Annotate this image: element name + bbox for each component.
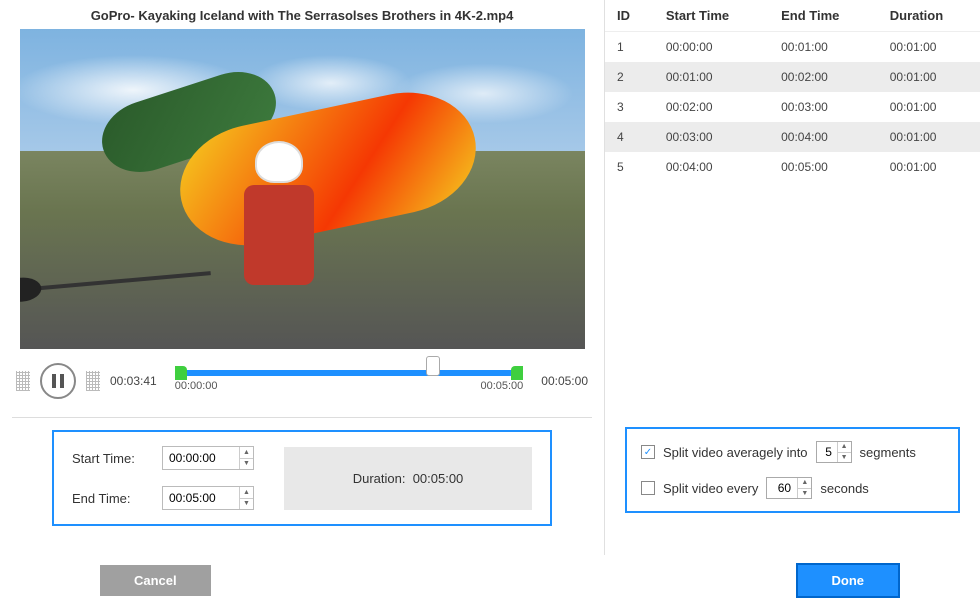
right-panel: ID Start Time End Time Duration 100:00:0… xyxy=(605,0,980,555)
split-average-stepper[interactable]: ▲▼ xyxy=(837,442,851,462)
start-time-label: Start Time: xyxy=(72,451,152,466)
drag-grip-icon[interactable] xyxy=(86,371,100,391)
end-time-stepper[interactable]: ▲▼ xyxy=(239,487,253,509)
playhead-thumb[interactable] xyxy=(426,356,440,376)
table-row[interactable]: 400:03:0000:04:0000:01:00 xyxy=(605,122,980,152)
split-average-checkbox[interactable]: ✓ xyxy=(641,445,655,459)
current-time: 00:03:41 xyxy=(110,374,157,388)
col-end[interactable]: End Time xyxy=(769,0,878,32)
footer: Cancel Done xyxy=(0,555,980,606)
end-time-label: End Time: xyxy=(72,491,152,506)
split-average-prefix: Split video averagely into xyxy=(663,445,808,460)
range-start-marker[interactable] xyxy=(175,366,187,380)
duration-display: Duration: 00:05:00 xyxy=(284,447,532,510)
divider xyxy=(12,417,592,418)
playback-bar: 00:03:41 00:00:00 00:05:00 00:05:00 xyxy=(12,363,592,399)
range-start-label: 00:00:00 xyxy=(175,380,218,392)
range-end-label: 00:05:00 xyxy=(480,380,523,392)
col-id[interactable]: ID xyxy=(605,0,654,32)
table-row[interactable]: 100:00:0000:01:0000:01:00 xyxy=(605,32,980,63)
table-row[interactable]: 500:04:0000:05:0000:01:00 xyxy=(605,152,980,182)
col-start[interactable]: Start Time xyxy=(654,0,769,32)
pause-icon xyxy=(52,374,64,388)
play-pause-button[interactable] xyxy=(40,363,76,399)
split-average-suffix: segments xyxy=(860,445,916,460)
col-duration[interactable]: Duration xyxy=(878,0,980,32)
segments-table: ID Start Time End Time Duration 100:00:0… xyxy=(605,0,980,182)
range-end-marker[interactable] xyxy=(511,366,523,380)
split-every-suffix: seconds xyxy=(820,481,868,496)
start-time-stepper[interactable]: ▲▼ xyxy=(239,447,253,469)
left-panel: GoPro- Kayaking Iceland with The Serraso… xyxy=(0,0,605,555)
timeline[interactable]: 00:00:00 00:05:00 xyxy=(175,370,524,392)
table-row[interactable]: 300:02:0000:03:0000:01:00 xyxy=(605,92,980,122)
time-range-box: Start Time: ▲▼ End Time: ▲▼ Duration: 00… xyxy=(52,430,552,526)
video-preview[interactable] xyxy=(20,29,585,349)
split-every-stepper[interactable]: ▲▼ xyxy=(797,478,811,498)
drag-grip-icon[interactable] xyxy=(16,371,30,391)
table-row[interactable]: 200:01:0000:02:0000:01:00 xyxy=(605,62,980,92)
video-title: GoPro- Kayaking Iceland with The Serraso… xyxy=(12,8,592,23)
done-button[interactable]: Done xyxy=(796,563,901,598)
split-every-prefix: Split video every xyxy=(663,481,758,496)
split-options-box: ✓ Split video averagely into ▲▼ segments… xyxy=(625,427,960,513)
total-time: 00:05:00 xyxy=(541,374,588,388)
cancel-button[interactable]: Cancel xyxy=(100,565,211,596)
split-every-checkbox[interactable] xyxy=(641,481,655,495)
